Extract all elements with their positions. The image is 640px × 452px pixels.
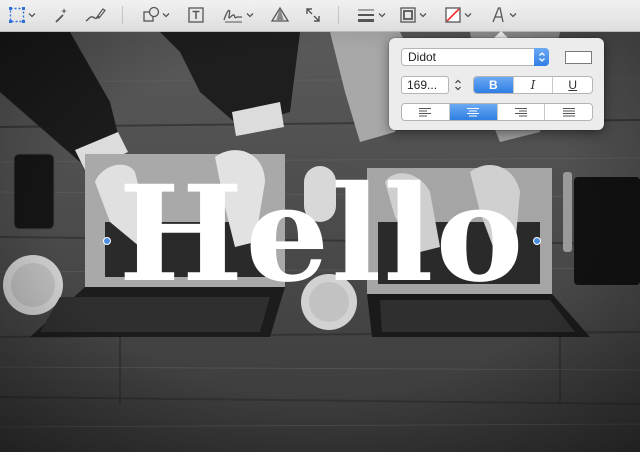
text-box-right-handle[interactable] [533,237,541,245]
underline-label: U [568,78,578,92]
toolbar-divider [122,6,123,24]
fill-slash-icon [445,7,461,23]
shapes-icon [143,6,160,22]
text-color-well[interactable] [565,51,592,64]
align-center-icon [467,108,480,117]
up-down-chevron-icon [534,48,549,66]
border-color-button[interactable] [399,4,427,26]
dotted-rectangle-icon [9,7,25,23]
selection-tool-button[interactable] [8,4,36,26]
signature-icon [223,9,242,23]
align-center-button[interactable] [448,104,497,120]
underline-button[interactable]: U [552,77,592,93]
text-style-A-icon [492,7,504,23]
magic-wand-icon [55,8,67,23]
pen-stroke-icon [85,8,106,22]
sign-button[interactable] [222,4,254,26]
toolbar-divider [338,6,339,24]
text-box-button[interactable] [187,4,205,26]
align-justify-button[interactable] [544,104,592,120]
chevron-down-icon [246,13,254,18]
sketch-button[interactable] [84,4,106,26]
chevron-down-icon [162,13,170,18]
shape-style-button[interactable] [356,4,386,26]
shapes-button[interactable] [142,4,170,26]
resize-arrows-icon [306,8,320,22]
italic-button[interactable]: I [512,77,553,93]
hello-text[interactable]: Hello [118,169,525,301]
chevron-down-icon [419,13,427,18]
align-right-icon [514,108,527,117]
font-popover: Didot 169... B I U [389,38,604,130]
lines-icon [358,9,374,22]
align-left-icon [419,108,432,117]
chevron-down-icon [464,13,472,18]
font-size-value: 169... [407,78,438,92]
chevron-down-icon [509,13,517,18]
align-right-button[interactable] [496,104,545,120]
markup-toolbar [0,0,640,32]
border-square-icon [400,7,416,23]
font-family-value: Didot [408,50,437,64]
text-box-left-handle[interactable] [103,237,111,245]
font-size-stepper[interactable] [452,76,463,94]
instant-alpha-button[interactable] [52,4,70,26]
adjust-color-button[interactable] [270,4,290,26]
font-family-select[interactable]: Didot [401,48,549,66]
text-box-icon [188,7,204,23]
align-justify-icon [562,108,575,117]
align-left-button[interactable] [402,104,449,120]
font-style-segmented: B I U [473,76,593,94]
italic-label: I [530,78,536,92]
font-size-field[interactable]: 169... [401,76,449,94]
adjust-size-button[interactable] [304,4,322,26]
chevron-down-icon [378,13,386,18]
text-style-button[interactable] [489,4,517,26]
chevron-down-icon [28,13,36,18]
fill-color-button[interactable] [444,4,472,26]
prism-icon [270,6,290,22]
hello-text-box[interactable]: Hello [107,150,537,320]
bold-button[interactable]: B [474,77,513,93]
bold-label: B [489,78,498,92]
alignment-segmented [401,103,593,121]
up-down-chevron-icon [454,79,461,91]
